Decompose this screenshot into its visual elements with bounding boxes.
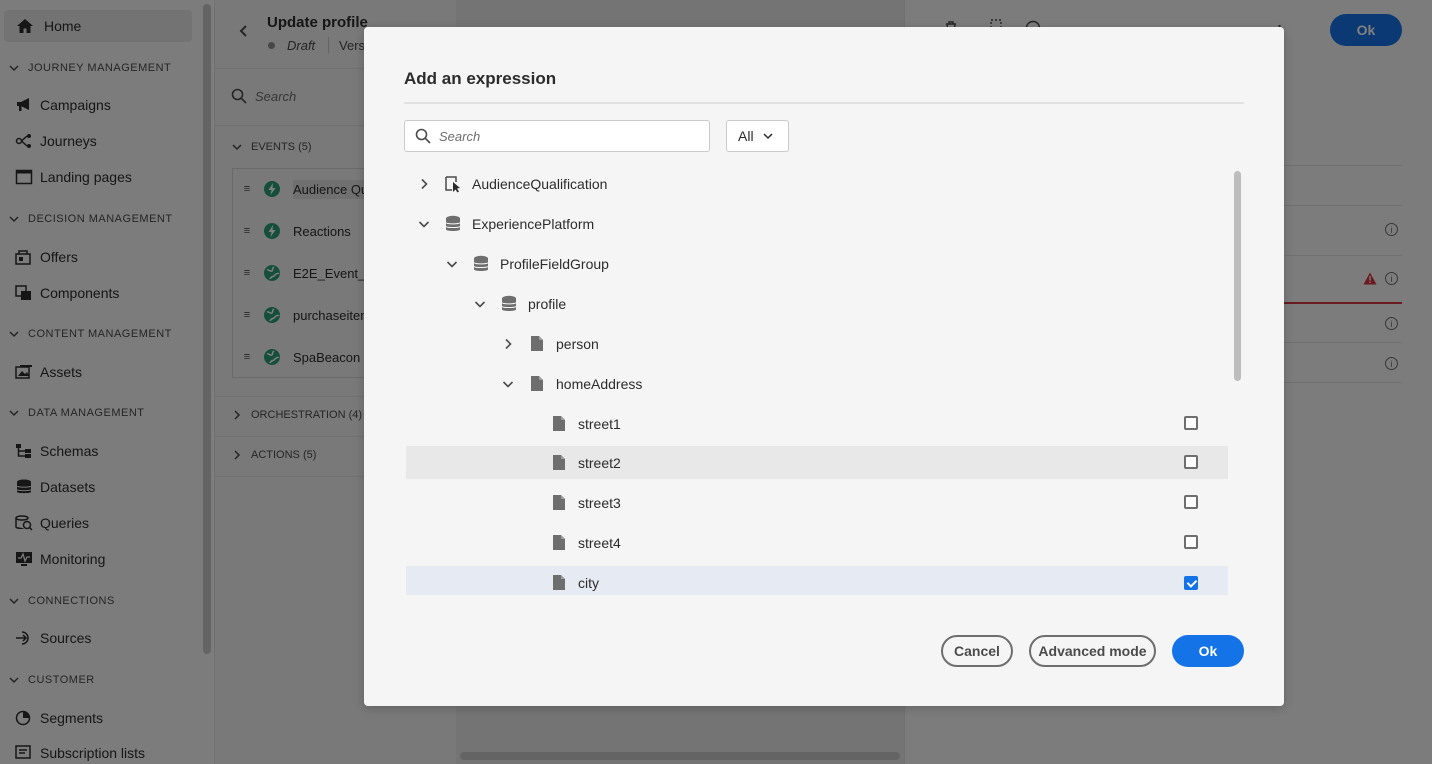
- audience-icon: [444, 175, 462, 193]
- field-checkbox[interactable]: [1184, 416, 1198, 430]
- divider: [404, 102, 1244, 104]
- search-icon: [415, 128, 431, 144]
- chevron-down-icon[interactable]: [416, 216, 432, 232]
- field-checkbox[interactable]: [1184, 455, 1198, 469]
- field-checkbox[interactable]: [1184, 576, 1198, 590]
- chevron-right-icon[interactable]: [500, 336, 516, 352]
- tree-node-street2[interactable]: street2: [406, 446, 1228, 479]
- file-icon: [550, 574, 568, 592]
- dialog-title: Add an expression: [404, 69, 557, 88]
- filter-dropdown[interactable]: All: [726, 120, 789, 152]
- chevron-down-icon[interactable]: [472, 296, 488, 312]
- chevron-right-icon[interactable]: [416, 176, 432, 192]
- tree-node-city[interactable]: city: [406, 566, 1228, 595]
- cancel-button[interactable]: Cancel: [941, 635, 1013, 667]
- tree-node-street3[interactable]: street3: [406, 486, 1228, 519]
- tree-node-audiencequalification[interactable]: AudienceQualification: [406, 167, 1228, 200]
- file-icon: [528, 335, 546, 353]
- file-icon: [550, 415, 568, 433]
- chevron-down-icon: [763, 133, 773, 140]
- chevron-down-icon[interactable]: [500, 376, 516, 392]
- tree-node-homeaddress[interactable]: homeAddress: [406, 367, 1228, 400]
- expression-search-field[interactable]: [404, 120, 710, 152]
- filter-value: All: [738, 128, 754, 144]
- advanced-mode-button[interactable]: Advanced mode: [1029, 635, 1156, 667]
- add-expression-dialog: Add an expression All AudienceQualificat…: [364, 27, 1284, 706]
- field-checkbox[interactable]: [1184, 495, 1198, 509]
- field-checkbox[interactable]: [1184, 535, 1198, 549]
- expression-search-input[interactable]: [439, 128, 689, 144]
- tree-node-profile[interactable]: profile: [406, 287, 1228, 320]
- database-icon: [472, 255, 490, 273]
- file-icon: [550, 454, 568, 472]
- chevron-down-icon[interactable]: [444, 256, 460, 272]
- tree-scrollbar[interactable]: [1234, 171, 1241, 381]
- database-icon: [444, 215, 462, 233]
- file-icon: [550, 534, 568, 552]
- tree-node-profilefieldgroup[interactable]: ProfileFieldGroup: [406, 247, 1228, 280]
- tree-node-person[interactable]: person: [406, 327, 1228, 360]
- file-icon: [528, 375, 546, 393]
- file-icon: [550, 494, 568, 512]
- ok-button[interactable]: Ok: [1172, 635, 1244, 667]
- database-icon: [500, 295, 518, 313]
- tree-node-experienceplatform[interactable]: ExperiencePlatform: [406, 207, 1228, 240]
- tree-node-street4[interactable]: street4: [406, 526, 1228, 559]
- tree-node-street1[interactable]: street1: [406, 407, 1228, 440]
- expression-tree: AudienceQualification ExperiencePlatform…: [406, 167, 1230, 595]
